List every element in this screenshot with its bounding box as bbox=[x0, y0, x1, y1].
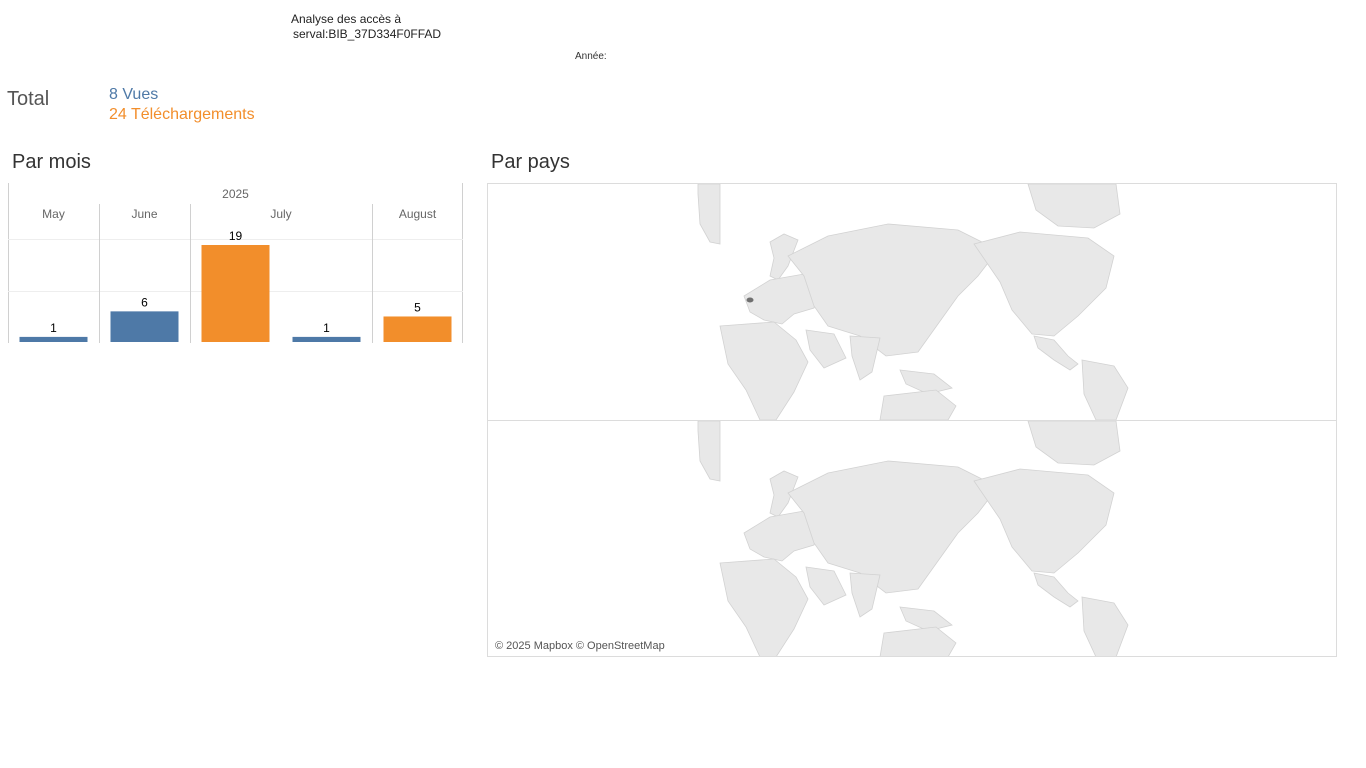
bar-views[interactable] bbox=[19, 336, 88, 342]
by-country-title: Par pays bbox=[491, 151, 570, 173]
bar-value-label: 1 bbox=[323, 321, 330, 335]
month-header: May bbox=[42, 207, 65, 221]
bar-value-label: 5 bbox=[414, 300, 421, 314]
year-header: 2025 bbox=[222, 187, 249, 201]
bar-views[interactable] bbox=[292, 336, 361, 342]
bar-downloads[interactable] bbox=[201, 245, 270, 342]
bar-downloads[interactable] bbox=[383, 316, 452, 342]
monthly-bar-chart: 2025 May June July August 1 6 19 1 5 bbox=[8, 183, 463, 343]
bar-views[interactable] bbox=[110, 311, 179, 342]
year-filter-label[interactable]: Année: bbox=[575, 51, 607, 62]
month-header: July bbox=[270, 207, 291, 221]
dashboard: Analyse des accès à serval:BIB_37D334F0F… bbox=[0, 0, 1366, 768]
total-views: 8 Vues bbox=[109, 86, 159, 103]
page-title-line2: serval:BIB_37D334F0FFAD bbox=[293, 27, 442, 41]
highlighted-country-marker[interactable] bbox=[746, 297, 754, 303]
map-attribution[interactable]: © 2025 Mapbox © OpenStreetMap bbox=[495, 640, 665, 652]
month-header: June bbox=[131, 207, 157, 221]
bar-value-label: 19 bbox=[229, 229, 243, 243]
by-month-title: Par mois bbox=[12, 151, 91, 173]
total-label: Total bbox=[7, 88, 50, 110]
bar-value-label: 6 bbox=[141, 295, 148, 309]
bar-value-label: 1 bbox=[50, 321, 57, 335]
month-header: August bbox=[399, 207, 437, 221]
map-downloads[interactable] bbox=[488, 421, 1336, 656]
page-title-line1: Analyse des accès à bbox=[291, 12, 402, 26]
total-downloads: 24 Téléchargements bbox=[109, 106, 255, 123]
page-title: Analyse des accès à serval:BIB_37D334F0F… bbox=[291, 12, 441, 42]
country-map[interactable]: © 2025 Mapbox © OpenStreetMap bbox=[487, 183, 1337, 657]
map-views[interactable] bbox=[488, 184, 1336, 421]
